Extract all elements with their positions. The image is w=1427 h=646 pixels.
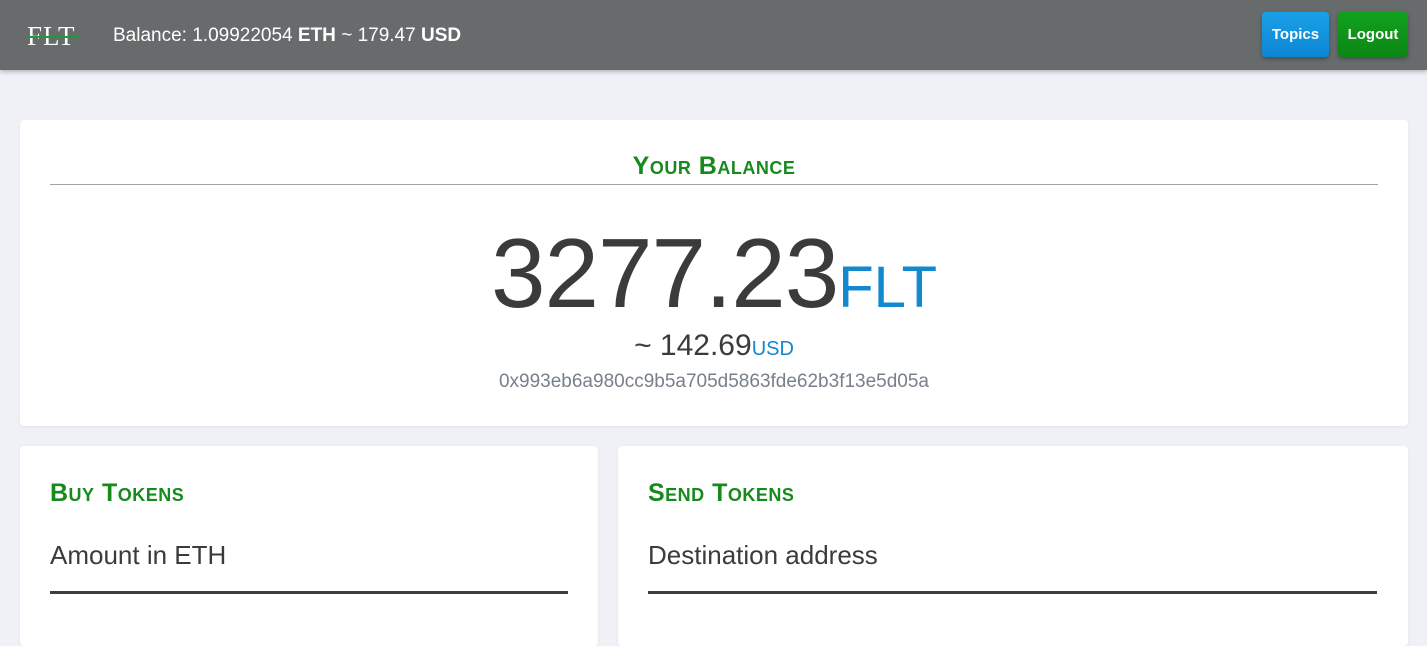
send-tokens-card: Send Tokens Destination address — [618, 446, 1408, 646]
title-divider — [50, 184, 1378, 185]
usd-approx-prefix: ~ — [634, 329, 660, 362]
usd-equivalent-amount: 142.69 — [659, 329, 752, 362]
topics-button[interactable]: Topics — [1262, 12, 1329, 57]
send-tokens-title: Send Tokens — [648, 479, 795, 507]
wallet-address[interactable]: 0x993eb6a980cc9b5a705d5863fde62b3f13e5d0… — [20, 369, 1408, 395]
balance-label: Balance: — [113, 25, 193, 46]
usd-equivalent-unit: USD — [751, 338, 794, 360]
token-amount: 3277.23 — [490, 218, 839, 328]
logo-strike-line — [28, 36, 80, 38]
usd-unit: USD — [420, 25, 462, 46]
eth-unit: ETH — [297, 25, 336, 46]
balance-title: Your Balance — [632, 152, 796, 180]
logout-button[interactable]: Logout — [1338, 12, 1408, 57]
eth-amount: 1.09922054 — [192, 25, 293, 46]
header-balance: Balance: 1.09922054 ETH ~ 179.47 USD — [113, 24, 461, 48]
usd-amount: 179.47 — [357, 25, 416, 46]
balance-card: Your Balance 3277.23FLT ~ 142.69USD 0x99… — [20, 120, 1408, 426]
amount-eth-field[interactable]: Amount in ETH — [50, 537, 226, 573]
amount-eth-underline — [50, 591, 568, 594]
buy-tokens-card: Buy Tokens Amount in ETH — [20, 446, 598, 646]
top-navbar: FLT Balance: 1.09922054 ETH ~ 179.47 USD… — [0, 0, 1427, 70]
destination-address-underline — [648, 591, 1377, 594]
usd-equivalent: ~ 142.69USD — [20, 328, 1408, 369]
approx-sign: ~ — [341, 25, 353, 46]
buy-tokens-title: Buy Tokens — [50, 479, 185, 507]
token-currency: FLT — [838, 255, 938, 320]
flt-logo[interactable]: FLT — [27, 22, 83, 50]
destination-address-field[interactable]: Destination address — [648, 537, 878, 573]
